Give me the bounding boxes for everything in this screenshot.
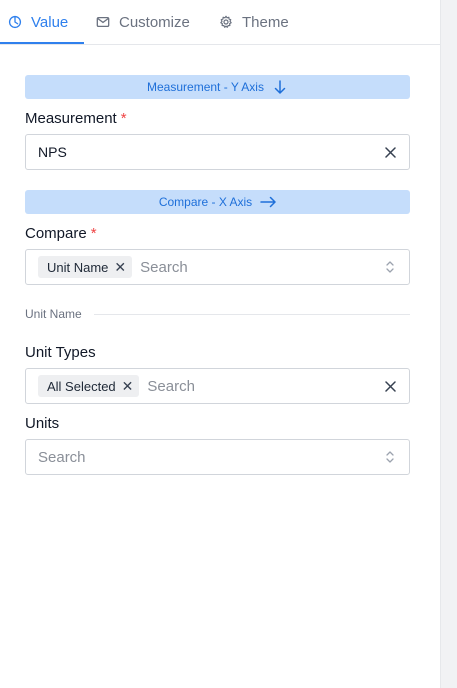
remove-tag-icon[interactable]: ✕ [114, 259, 126, 276]
tab-customize[interactable]: Customize [96, 0, 190, 44]
tab-theme[interactable]: Theme [219, 0, 289, 44]
measurement-axis-banner: Measurement - Y Axis [25, 75, 410, 99]
compare-search-input[interactable]: Search [140, 259, 188, 276]
compare-select[interactable]: Unit Name ✕ Search [25, 249, 410, 285]
clear-icon[interactable] [383, 145, 397, 159]
units-label-text: Units [25, 415, 60, 432]
chevron-up-down-icon[interactable] [383, 450, 397, 464]
remove-tag-icon[interactable]: ✕ [122, 378, 134, 395]
units-label: Units [25, 415, 59, 432]
compare-label-text: Compare [25, 225, 87, 242]
section-divider-label: Unit Name [25, 307, 82, 321]
compare-axis-banner: Compare - X Axis [25, 190, 410, 214]
measurement-banner-label: Measurement - Y Axis [147, 80, 264, 94]
tag-label: Unit Name [47, 259, 109, 275]
tab-customize-label: Customize [119, 13, 190, 31]
unit-types-search-input[interactable]: Search [147, 378, 195, 395]
units-search-input[interactable]: Search [38, 449, 86, 466]
chevron-up-down-icon[interactable] [383, 260, 397, 274]
tag-label: All Selected [47, 378, 116, 394]
tab-bar: Value Customize Theme [0, 0, 440, 45]
side-panel-edge [440, 0, 457, 688]
measurement-value: NPS [38, 144, 67, 160]
arrow-right-icon [260, 196, 276, 208]
arrow-down-icon [274, 80, 286, 94]
divider-line [93, 313, 410, 315]
compare-banner-label: Compare - X Axis [158, 195, 253, 209]
required-mark: * [120, 110, 127, 127]
required-mark: * [90, 225, 97, 242]
measurement-select[interactable]: NPS [25, 134, 410, 170]
selected-tag: Unit Name ✕ [38, 256, 133, 278]
timer-icon [8, 15, 22, 29]
measurement-label: Measurement * [25, 110, 127, 127]
unit-types-label: Unit Types [25, 344, 96, 361]
unit-types-select[interactable]: All Selected ✕ Search [25, 368, 410, 404]
section-divider: Unit Name [25, 307, 410, 321]
units-select[interactable]: Search [25, 439, 410, 475]
compare-label: Compare * [25, 225, 97, 242]
gear-icon [220, 15, 232, 28]
unit-types-label-text: Unit Types [25, 344, 96, 361]
envelope-icon [96, 16, 110, 28]
clear-icon[interactable] [383, 379, 397, 393]
selected-tag: All Selected ✕ [38, 375, 140, 397]
measurement-label-text: Measurement [25, 110, 117, 127]
active-tab-indicator [0, 42, 84, 44]
tab-theme-label: Theme [242, 13, 289, 31]
tab-value-label: Value [31, 13, 69, 31]
tab-value[interactable]: Value [8, 0, 68, 44]
